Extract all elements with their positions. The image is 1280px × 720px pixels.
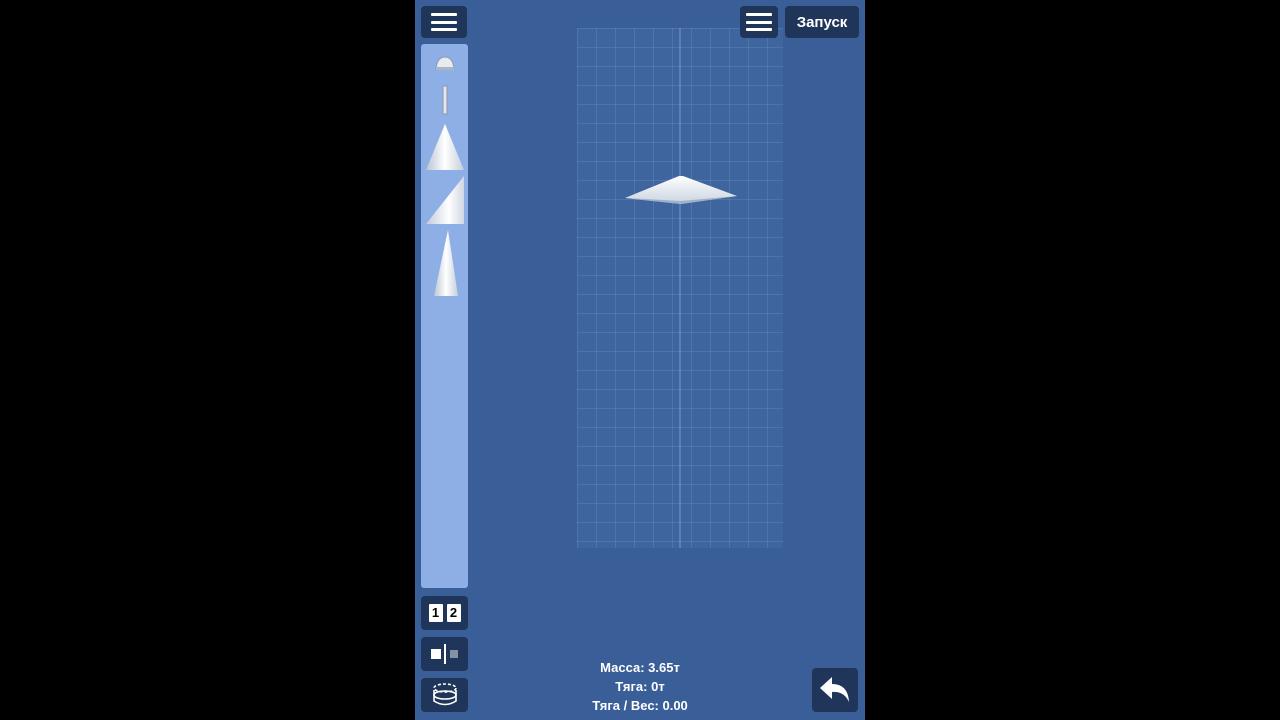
- cone-part-icon[interactable]: [421, 122, 468, 172]
- build-viewport[interactable]: Запуск 1 2 Масса: 3.65т Тяга: 0т Тяга / …: [415, 0, 865, 720]
- symmetry-button[interactable]: [421, 637, 468, 671]
- stage-two-label: 2: [446, 604, 461, 622]
- twr-stat: Тяга / Вес: 0.00: [592, 698, 688, 713]
- rocket-part-disc[interactable]: [623, 172, 739, 208]
- symmetry-icon: [430, 644, 458, 664]
- mass-stat: Масса: 3.65т: [600, 660, 680, 675]
- craft-stats: Масса: 3.65т Тяга: 0т Тяга / Вес: 0.00: [555, 658, 725, 715]
- hamburger-menu-icon: [431, 13, 457, 31]
- stage-one-label: 1: [428, 604, 443, 622]
- parts-panel[interactable]: [421, 44, 468, 588]
- fuel-tank-icon: [432, 683, 457, 706]
- fuel-tank-button[interactable]: [421, 678, 468, 712]
- stage-toggle-button[interactable]: 1 2: [421, 596, 468, 630]
- options-menu-button[interactable]: [740, 6, 778, 38]
- grid-center-line: [679, 28, 681, 548]
- tall-cone-part-icon[interactable]: [421, 228, 468, 298]
- hamburger-menu-icon: [746, 13, 772, 31]
- launch-label: Запуск: [796, 13, 848, 31]
- undo-arrow-icon: [820, 677, 849, 702]
- main-menu-button[interactable]: [421, 6, 467, 38]
- rod-part-icon[interactable]: [421, 84, 468, 116]
- side-cone-part-icon[interactable]: [421, 174, 468, 226]
- launch-button[interactable]: Запуск: [785, 6, 859, 38]
- undo-button[interactable]: [812, 668, 858, 712]
- thrust-stat: Тяга: 0т: [615, 679, 665, 694]
- capsule-part-icon[interactable]: [421, 54, 468, 72]
